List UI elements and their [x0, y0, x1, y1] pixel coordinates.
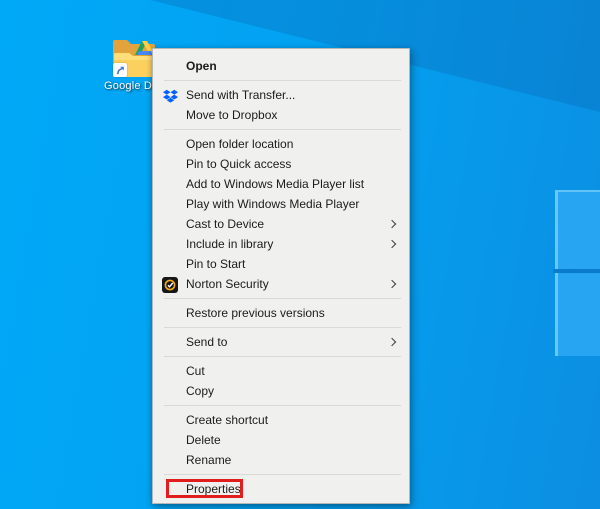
menu-item-create-shortcut[interactable]: Create shortcut [153, 410, 409, 430]
menu-separator [164, 356, 401, 357]
context-menu: Open Send with Transfer... Move to Dropb… [152, 48, 410, 504]
menu-item-pin-to-start[interactable]: Pin to Start [153, 254, 409, 274]
menu-item-norton-security[interactable]: Norton Security [153, 274, 409, 294]
menu-item-cast-to-device[interactable]: Cast to Device [153, 214, 409, 234]
menu-item-label: Norton Security [186, 277, 269, 291]
menu-separator [164, 327, 401, 328]
menu-item-label: Play with Windows Media Player [186, 197, 360, 211]
menu-item-include-in-library[interactable]: Include in library [153, 234, 409, 254]
menu-item-open-folder-location[interactable]: Open folder location [153, 134, 409, 154]
menu-item-label: Include in library [186, 237, 274, 251]
menu-item-cut[interactable]: Cut [153, 361, 409, 381]
windows-logo-pane-bottom [555, 273, 600, 356]
menu-item-delete[interactable]: Delete [153, 430, 409, 450]
menu-item-copy[interactable]: Copy [153, 381, 409, 401]
norton-security-icon [162, 277, 178, 293]
chevron-right-icon [387, 239, 397, 249]
menu-separator [164, 298, 401, 299]
chevron-right-icon [387, 279, 397, 289]
menu-separator [164, 80, 401, 81]
menu-item-send-to[interactable]: Send to [153, 332, 409, 352]
menu-item-label: Pin to Start [186, 257, 246, 271]
menu-item-label: Rename [186, 453, 232, 467]
desktop-icon-label: Google D [104, 80, 152, 92]
menu-item-properties[interactable]: Properties [153, 479, 409, 499]
menu-item-label: Cut [186, 364, 205, 378]
menu-item-play-with-wmp[interactable]: Play with Windows Media Player [153, 194, 409, 214]
menu-item-label: Open folder location [186, 137, 294, 151]
menu-separator [164, 129, 401, 130]
menu-separator [164, 405, 401, 406]
menu-item-label: Send to [186, 335, 228, 349]
shortcut-arrow-icon [113, 63, 127, 77]
menu-item-label: Open [186, 59, 217, 73]
menu-item-label: Create shortcut [186, 413, 269, 427]
menu-item-label: Pin to Quick access [186, 157, 292, 171]
menu-item-open[interactable]: Open [153, 56, 409, 76]
menu-item-label: Restore previous versions [186, 306, 325, 320]
menu-item-label: Cast to Device [186, 217, 265, 231]
menu-item-label: Copy [186, 384, 215, 398]
chevron-right-icon [387, 337, 397, 347]
menu-item-label: Move to Dropbox [186, 108, 278, 122]
menu-item-restore-previous-versions[interactable]: Restore previous versions [153, 303, 409, 323]
menu-item-label: Delete [186, 433, 221, 447]
menu-item-label: Send with Transfer... [186, 88, 296, 102]
desktop: Google D Open Send with Transfer... Move… [0, 0, 600, 509]
menu-item-pin-to-quick-access[interactable]: Pin to Quick access [153, 154, 409, 174]
windows-logo-pane-top [555, 190, 600, 269]
menu-item-rename[interactable]: Rename [153, 450, 409, 470]
menu-item-add-to-wmp-list[interactable]: Add to Windows Media Player list [153, 174, 409, 194]
menu-item-label: Add to Windows Media Player list [186, 177, 365, 191]
dropbox-icon [162, 88, 178, 104]
chevron-right-icon [387, 219, 397, 229]
menu-separator [164, 474, 401, 475]
menu-item-label: Properties [186, 482, 241, 496]
menu-item-move-to-dropbox[interactable]: Move to Dropbox [153, 105, 409, 125]
menu-item-send-with-transfer[interactable]: Send with Transfer... [153, 85, 409, 105]
